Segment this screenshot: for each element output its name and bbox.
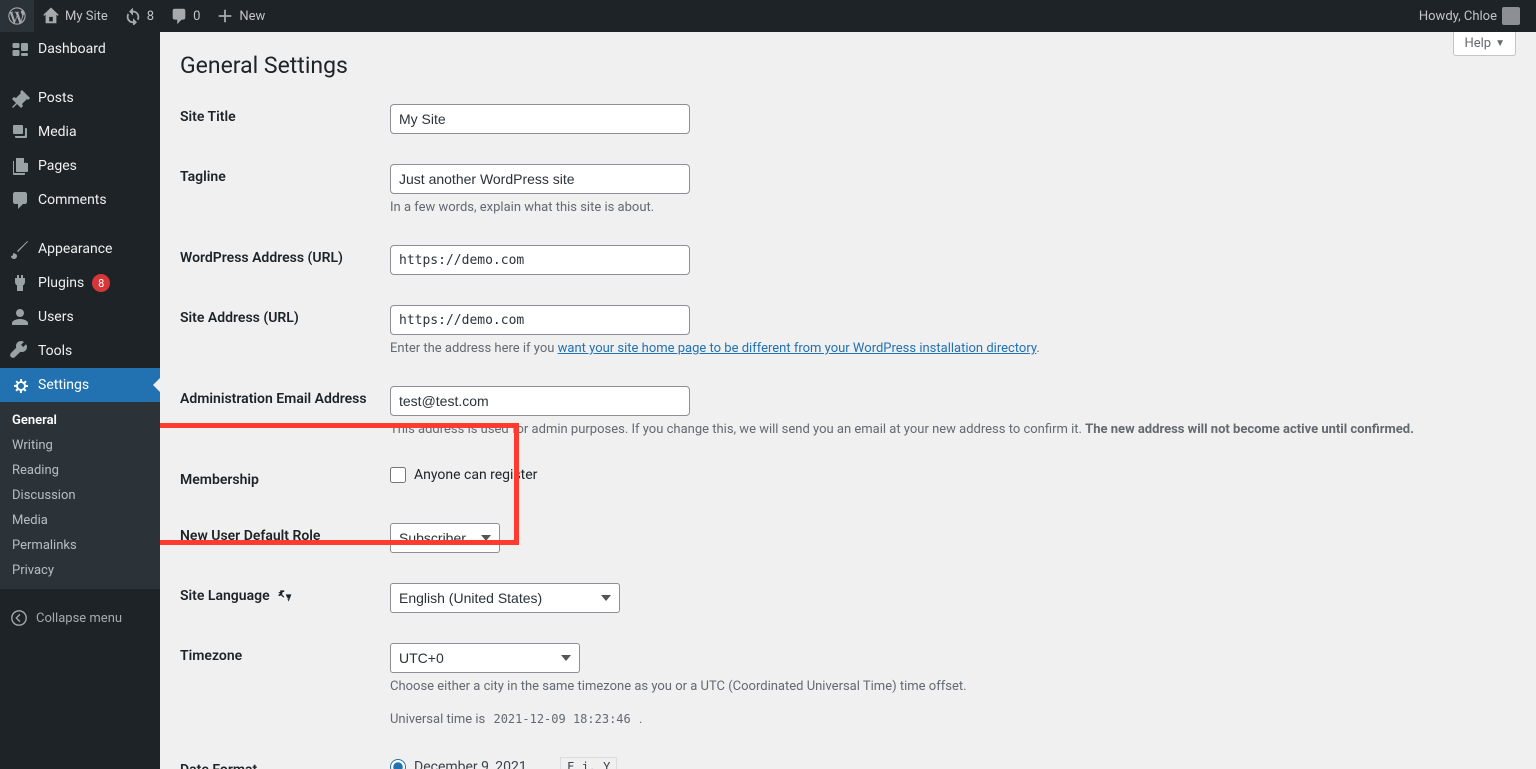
menu-posts[interactable]: Posts [0, 81, 160, 115]
radio-date-0[interactable] [390, 759, 406, 769]
avatar [1502, 7, 1520, 25]
submenu-media[interactable]: Media [0, 508, 160, 533]
label-admin-email: Administration Email Address [180, 371, 380, 452]
submenu-privacy[interactable]: Privacy [0, 558, 160, 583]
plugin-icon [10, 273, 30, 293]
menu-media[interactable]: Media [0, 115, 160, 149]
user-icon [10, 307, 30, 327]
label-site-lang: Site Language [180, 568, 380, 628]
collapse-icon [10, 609, 28, 627]
home-icon [42, 7, 60, 25]
wordpress-icon [8, 7, 26, 25]
page-title: General Settings [180, 32, 1516, 89]
settings-icon [10, 375, 30, 395]
membership-checkbox-label[interactable]: Anyone can register [390, 467, 537, 483]
menu-pages[interactable]: Pages [0, 149, 160, 183]
desc-tagline: In a few words, explain what this site i… [390, 200, 1506, 215]
select-site-lang[interactable]: English (United States) [390, 583, 620, 613]
menu-appearance[interactable]: Appearance [0, 232, 160, 266]
label-timezone: Timezone [180, 628, 380, 742]
menu-users[interactable]: Users [0, 300, 160, 334]
desc-utc-time: Universal time is 2021-12-09 18:23:46 . [390, 712, 1506, 727]
settings-form: Site Title Tagline In a few words, expla… [180, 89, 1516, 769]
brush-icon [10, 239, 30, 259]
submenu-writing[interactable]: Writing [0, 433, 160, 458]
menu-settings[interactable]: Settings [0, 368, 160, 402]
pin-icon [10, 88, 30, 108]
desc-timezone: Choose either a city in the same timezon… [390, 679, 1506, 694]
submenu-general[interactable]: General [0, 408, 160, 433]
label-site-title: Site Title [180, 89, 380, 149]
page-icon [10, 156, 30, 176]
submenu-permalinks[interactable]: Permalinks [0, 533, 160, 558]
input-site-url[interactable] [390, 305, 690, 335]
admin-bar-comments[interactable]: 0 [162, 0, 208, 32]
submenu-discussion[interactable]: Discussion [0, 483, 160, 508]
admin-bar-account[interactable]: Howdy, Chloe [1411, 0, 1528, 32]
wp-logo[interactable] [0, 0, 34, 32]
label-wp-url: WordPress Address (URL) [180, 230, 380, 290]
media-icon [10, 122, 30, 142]
collapse-menu[interactable]: Collapse menu [0, 601, 160, 635]
plugins-update-badge: 8 [92, 274, 110, 292]
label-default-role: New User Default Role [180, 508, 380, 568]
select-timezone[interactable]: UTC+0 [390, 643, 580, 673]
desc-site-url: Enter the address here if you want your … [390, 341, 1506, 356]
admin-bar-site[interactable]: My Site [34, 0, 116, 32]
admin-sidebar: Dashboard Posts Media Pages Comments App… [0, 32, 160, 769]
chevron-down-icon: ▼ [1495, 38, 1505, 49]
date-format-option-0[interactable]: December 9, 2021 F j, Y [390, 757, 1506, 769]
label-membership: Membership [180, 452, 380, 508]
input-tagline[interactable] [390, 164, 690, 194]
link-site-url-help[interactable]: want your site home page to be different… [558, 341, 1037, 356]
admin-bar-new[interactable]: New [208, 0, 273, 32]
select-default-role[interactable]: Subscriber [390, 523, 500, 553]
label-date-format: Date Format [180, 742, 380, 769]
howdy-text: Howdy, Chloe [1419, 9, 1497, 24]
menu-tools[interactable]: Tools [0, 334, 160, 368]
plus-icon [216, 7, 234, 25]
input-admin-email[interactable] [390, 386, 690, 416]
updates-count: 8 [147, 9, 154, 24]
admin-bar-updates[interactable]: 8 [116, 0, 162, 32]
admin-bar: My Site 8 0 New Howdy, Chloe [0, 0, 1536, 32]
wrench-icon [10, 341, 30, 361]
comment-icon [10, 190, 30, 210]
input-wp-url[interactable] [390, 245, 690, 275]
content-area: Help ▼ General Settings Site Title Tagli… [160, 32, 1536, 769]
checkbox-anyone-register[interactable] [390, 467, 406, 483]
label-site-url: Site Address (URL) [180, 290, 380, 371]
submenu-reading[interactable]: Reading [0, 458, 160, 483]
comment-icon [170, 7, 188, 25]
translate-icon [277, 588, 293, 604]
menu-dashboard[interactable]: Dashboard [0, 32, 160, 66]
dashboard-icon [10, 39, 30, 59]
menu-comments[interactable]: Comments [0, 183, 160, 217]
new-label: New [239, 9, 265, 24]
help-tab[interactable]: Help ▼ [1453, 32, 1516, 56]
desc-admin-email: This address is used for admin purposes.… [390, 422, 1506, 437]
update-icon [124, 7, 142, 25]
label-tagline: Tagline [180, 149, 380, 230]
menu-plugins[interactable]: Plugins 8 [0, 266, 160, 300]
comments-count: 0 [193, 9, 200, 24]
site-name: My Site [65, 9, 108, 24]
settings-submenu: General Writing Reading Discussion Media… [0, 402, 160, 589]
input-site-title[interactable] [390, 104, 690, 134]
